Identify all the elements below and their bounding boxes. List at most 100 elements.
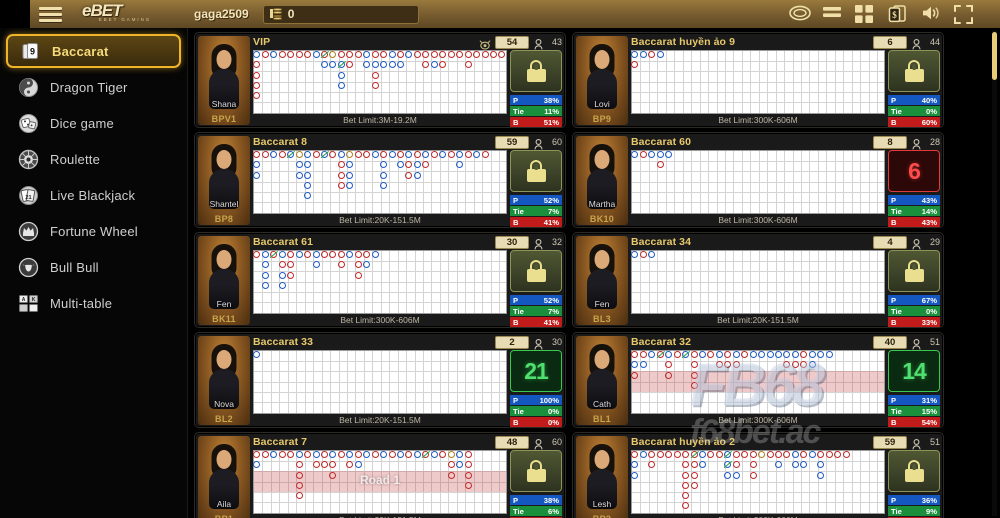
person-icon xyxy=(534,237,543,249)
road-bead xyxy=(825,451,833,459)
big-road-grid[interactable] xyxy=(253,150,507,214)
table-card[interactable]: Shana BPV1 VIP 54 43 Bet Limit:3M-19.2M … xyxy=(194,32,566,128)
outcome-percentages: P 52% Tie 7% B 41% xyxy=(510,195,562,227)
balance-box[interactable]: 0 xyxy=(262,4,419,24)
table-card[interactable]: Martha BK10 Baccarat 60 8 28 Bet Limit:3… xyxy=(572,132,944,228)
big-road-grid[interactable] xyxy=(631,250,885,314)
big-road-grid[interactable] xyxy=(253,50,507,114)
sidebar-item-roulette[interactable]: Roulette xyxy=(6,142,181,176)
banker-label: B xyxy=(513,117,519,127)
road-bead xyxy=(337,181,345,189)
road-bead xyxy=(363,451,371,459)
road-bead xyxy=(690,471,698,479)
sidebar-item-live-blackjack[interactable]: 21 Live Blackjack xyxy=(6,178,181,212)
road-bead xyxy=(741,351,749,359)
road-bead xyxy=(371,451,379,459)
ebet-logo[interactable]: eBET EBET GAMING xyxy=(82,2,168,25)
road-bead xyxy=(270,251,278,259)
table-card[interactable]: Nova BL2 Baccarat 33 2 30 Bet Limit:20K-… xyxy=(194,332,566,428)
road-bead xyxy=(732,351,740,359)
road-bead xyxy=(698,461,706,469)
table-code: BP1 xyxy=(198,514,250,518)
player-count: 29 xyxy=(929,237,940,247)
tie-percent-row: Tie 0% xyxy=(888,106,940,116)
table-title: VIP xyxy=(253,36,271,48)
banker-percent: 43% xyxy=(921,217,937,227)
road-bead xyxy=(439,151,447,159)
road-bead xyxy=(749,351,757,359)
road-bead xyxy=(261,451,269,459)
lock-icon xyxy=(904,460,924,482)
road-bead xyxy=(253,251,261,259)
table-card[interactable]: Cath BL1 Baccarat 32 40 51 Bet Limit:300… xyxy=(572,332,944,428)
sidebar-item-dice-game[interactable]: Dice game xyxy=(6,106,181,140)
table-card[interactable]: Lovi BP9 Baccarat huyền ảo 9 6 44 Bet Li… xyxy=(572,32,944,128)
volume-icon[interactable] xyxy=(921,5,941,23)
table-icon[interactable] xyxy=(789,5,811,23)
road-bead xyxy=(354,151,362,159)
table-code: BK11 xyxy=(212,314,236,324)
hamburger-menu-icon[interactable] xyxy=(30,0,70,28)
cash-cards-icon[interactable]: $ xyxy=(888,5,908,23)
road-bead xyxy=(749,471,757,479)
list-view-icon[interactable] xyxy=(822,5,842,23)
table-status-panel: P 52% Tie 7% B 41% xyxy=(510,150,562,227)
grid-view-icon[interactable] xyxy=(855,5,875,23)
road-bead xyxy=(430,61,438,69)
road-bead xyxy=(253,351,261,359)
road-bead xyxy=(422,451,430,459)
road-bead xyxy=(312,261,320,269)
road-bead xyxy=(648,351,656,359)
road-bead xyxy=(371,61,379,69)
big-road-grid[interactable] xyxy=(631,450,885,514)
road-bead xyxy=(295,161,303,169)
outcome-percentages: P 31% Tie 15% B 54% xyxy=(888,395,940,427)
sidebar-item-bull-bull[interactable]: Bull Bull xyxy=(6,250,181,284)
sidebar-item-multi-table[interactable]: A K Multi-table xyxy=(6,286,181,320)
road-bead xyxy=(447,471,455,479)
scrollbar-thumb[interactable] xyxy=(992,32,997,80)
big-road-grid[interactable] xyxy=(631,50,885,114)
road-bead xyxy=(766,451,774,459)
table-code: BP2 xyxy=(576,514,628,518)
table-card[interactable]: Shantel BP8 Baccarat 8 59 60 Bet Limit:2… xyxy=(194,132,566,228)
dealer-name: Cath xyxy=(593,399,611,409)
player-percent: 38% xyxy=(543,95,559,105)
sidebar-item-baccarat[interactable]: 9 Baccarat xyxy=(6,34,181,68)
dealer-name: Aila xyxy=(216,499,232,509)
big-road-grid[interactable] xyxy=(631,350,885,414)
road-bead xyxy=(337,151,345,159)
dealer-face xyxy=(594,250,610,269)
dealer-thumbnail: Nova xyxy=(198,336,250,425)
table-card[interactable]: Fen BL3 Baccarat 34 4 29 Bet Limit:20K-1… xyxy=(572,232,944,328)
table-card[interactable]: Aila BP1 Baccarat 7 48 60 Road 1 Bet Lim… xyxy=(194,432,566,518)
big-road-grid[interactable]: Road 1 xyxy=(253,450,507,514)
big-road-grid[interactable] xyxy=(631,150,885,214)
player-label: P xyxy=(513,195,519,205)
road-bead xyxy=(270,51,278,59)
road-bead xyxy=(261,281,269,289)
road-bead xyxy=(791,451,799,459)
road-bead xyxy=(648,461,656,469)
road-bead xyxy=(656,351,664,359)
fullscreen-icon[interactable] xyxy=(954,5,974,24)
sidebar-item-dragon-tiger[interactable]: Dragon Tiger xyxy=(6,70,181,104)
table-card[interactable]: Lesh BP2 Baccarat huyền ảo 2 59 51 Bet L… xyxy=(572,432,944,518)
road-bead xyxy=(690,371,698,379)
road-bead xyxy=(295,471,303,479)
big-road-grid[interactable] xyxy=(253,350,507,414)
person-icon xyxy=(912,437,921,449)
road-bead xyxy=(278,261,286,269)
road-bead xyxy=(783,361,791,369)
sidebar-item-fortune-wheel[interactable]: Fortune Wheel xyxy=(6,214,181,248)
player-percent: 52% xyxy=(543,195,559,205)
road-bead xyxy=(261,151,269,159)
big-road-grid[interactable] xyxy=(253,250,507,314)
road-bead xyxy=(329,61,337,69)
table-card[interactable]: Fen BK11 Baccarat 61 30 32 Bet Limit:300… xyxy=(194,232,566,328)
road-bead xyxy=(337,61,345,69)
scrollbar-track[interactable] xyxy=(992,30,997,516)
road-bead xyxy=(639,351,647,359)
card-meta: 8 28 xyxy=(873,135,940,149)
road-bead xyxy=(304,161,311,169)
